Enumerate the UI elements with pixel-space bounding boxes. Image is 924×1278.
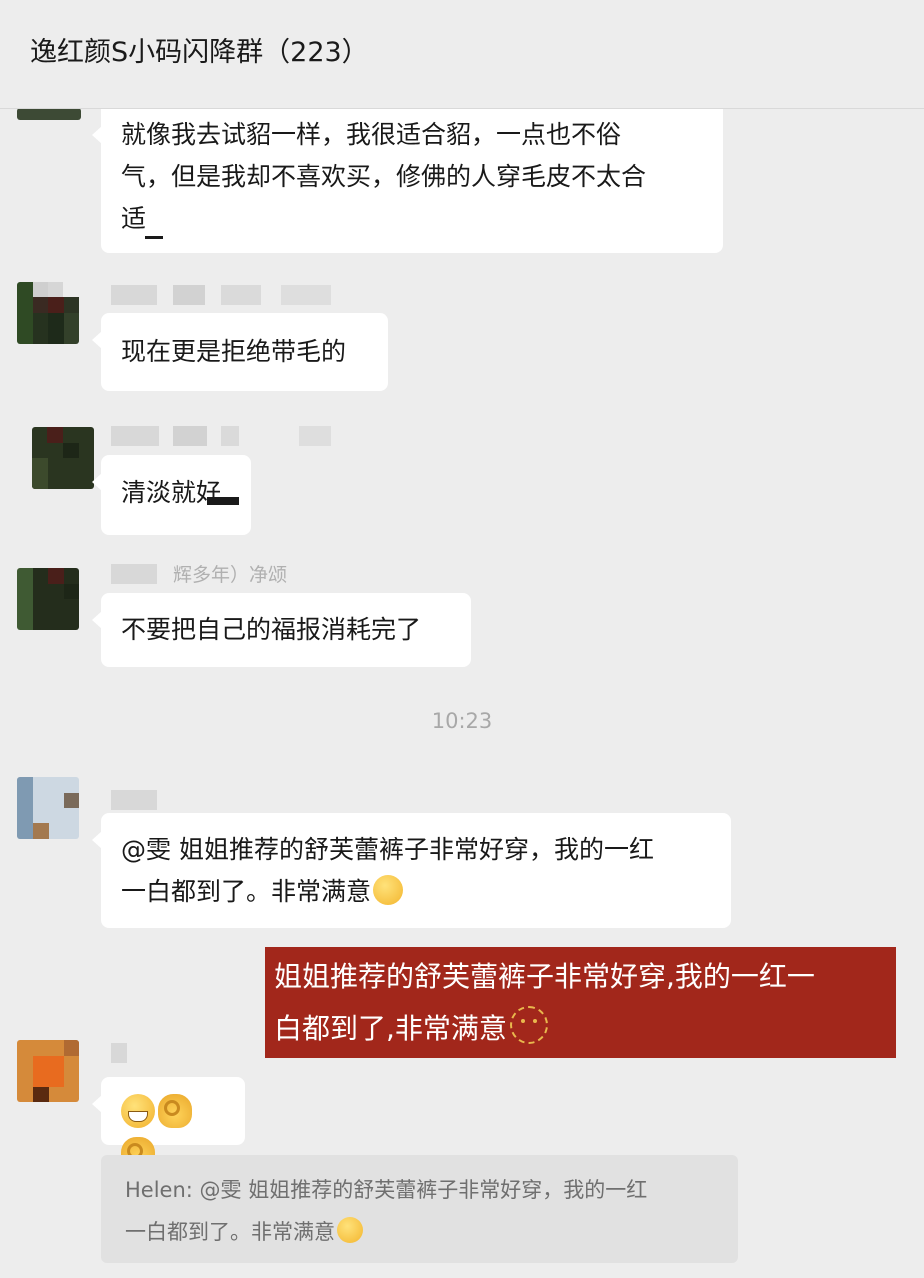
avatar[interactable] — [17, 777, 79, 839]
message-text: 不要把自己的福报消耗完了 — [121, 615, 422, 644]
ok-hand-emoji — [158, 1094, 192, 1128]
message-text: 一白都到了。非常满意 — [121, 871, 711, 913]
avatar[interactable] — [17, 1040, 79, 1102]
message-bubble[interactable]: 现在更是拒绝带毛的 — [92, 313, 388, 391]
avatar[interactable] — [32, 427, 94, 489]
thinking-face-emoji — [373, 875, 404, 905]
chat-header: 逸红颜S小码闪降群（223） — [0, 0, 924, 109]
scribble-mark — [145, 236, 163, 239]
slight-smile-outline-emoji — [509, 1006, 548, 1044]
message-bubble[interactable]: 就像我去试貂一样，我很适合貂，一点也不俗 气，但是我却不喜欢买，修佛的人穿毛皮不… — [92, 108, 723, 253]
message-text: 适 — [121, 204, 147, 233]
overlay-caption-text: 白都到了,非常满意 — [274, 1003, 896, 1055]
group-chat-title[interactable]: 逸红颜S小码闪降群（223） — [30, 30, 369, 69]
scribble-mark — [207, 497, 239, 505]
chat-timestamp: 10:23 — [431, 709, 493, 733]
message-bubble[interactable]: 清淡就好 — [92, 455, 251, 535]
message-bubble[interactable]: @雯 姐姐推荐的舒芙蕾裤子非常好穿，我的一红 一白都到了。非常满意 — [92, 813, 731, 928]
message-text: @雯 姐姐推荐的舒芙蕾裤子非常好穿，我的一红 — [121, 835, 654, 864]
message-text: 现在更是拒绝带毛的 — [121, 337, 347, 366]
message-bubble[interactable] — [92, 1077, 245, 1171]
message-bubble[interactable]: 不要把自己的福报消耗完了 — [92, 593, 471, 667]
avatar[interactable] — [17, 568, 79, 630]
message-text: 就像我去试貂一样，我很适合貂，一点也不俗 — [121, 120, 622, 149]
sender-name-partial: 辉多年）净颂 — [173, 564, 288, 586]
avatar[interactable] — [17, 108, 81, 120]
message-text: 清淡就好 — [121, 478, 222, 507]
overlay-caption-line: 白都到了,非常满意 — [274, 1012, 507, 1045]
overlay-caption-text: 姐姐推荐的舒芙蕾裤子非常好穿,我的一红一 — [274, 960, 815, 993]
quoted-message[interactable]: Helen: @雯 姐姐推荐的舒芙蕾裤子非常好穿，我的一红 一白都到了。非常满意 — [101, 1155, 738, 1263]
overlay-caption: 姐姐推荐的舒芙蕾裤子非常好穿,我的一红一 白都到了,非常满意 — [265, 947, 896, 1058]
grinning-face-emoji — [121, 1094, 155, 1128]
quoted-text: 一白都到了。非常满意 — [125, 1211, 738, 1253]
message-text-line: 一白都到了。非常满意 — [121, 877, 372, 906]
quoted-text: Helen: @雯 姐姐推荐的舒芙蕾裤子非常好穿，我的一红 — [125, 1178, 648, 1202]
avatar[interactable] — [17, 282, 79, 344]
quoted-text-line: 一白都到了。非常满意 — [125, 1220, 335, 1244]
message-text: 气，但是我却不喜欢买，修佛的人穿毛皮不太合 — [121, 162, 647, 191]
thinking-face-emoji — [337, 1217, 363, 1243]
